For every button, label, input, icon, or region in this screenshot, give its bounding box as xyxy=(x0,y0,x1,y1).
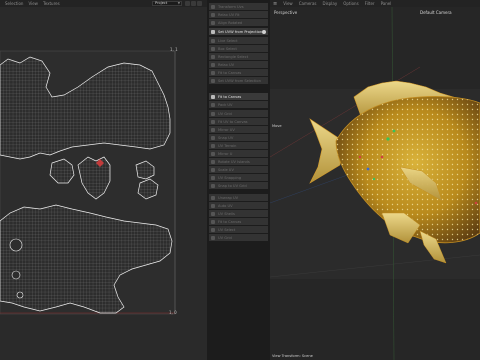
cmd-button[interactable]: Snap UV xyxy=(209,134,268,141)
cmd-button[interactable]: Scale UV xyxy=(209,166,268,173)
cmd-button[interactable]: UV Grid xyxy=(209,234,268,241)
gear-icon[interactable] xyxy=(262,29,266,34)
command-icon xyxy=(211,78,215,83)
selection-point xyxy=(474,201,478,205)
cmd-button[interactable]: Align Rotated xyxy=(209,19,268,26)
cmd-button[interactable]: Set UVW from Selection xyxy=(209,77,268,84)
cmd-button[interactable]: UV Snapping xyxy=(209,174,268,181)
move-label: Move xyxy=(272,124,282,128)
cmd-button[interactable]: UV Terrain xyxy=(209,142,268,149)
command-icon xyxy=(211,211,215,216)
camera-mode-label[interactable]: Perspective xyxy=(274,10,297,15)
selection-point xyxy=(366,167,370,171)
selection-point xyxy=(392,129,396,133)
3d-viewport[interactable]: ≡ View Cameras Display Options Filter Pa… xyxy=(270,0,480,360)
command-icon xyxy=(211,62,215,67)
chevron-down-icon: ▼ xyxy=(177,1,180,5)
cmd-button[interactable]: Relax UV Fit xyxy=(209,11,268,18)
vp-menu-filter[interactable]: Filter xyxy=(365,1,375,6)
uv-editor-panel: Selection View Textures Project ▼ 1, 1 1… xyxy=(0,0,207,360)
uv-tool-icon[interactable] xyxy=(185,1,190,6)
project-select[interactable]: Project ▼ xyxy=(152,1,182,6)
cmd-button[interactable]: Fit to Canvas xyxy=(209,218,268,225)
command-icon xyxy=(211,119,215,124)
uv-canvas[interactable] xyxy=(0,7,207,360)
command-icon xyxy=(211,175,215,180)
fit-icon xyxy=(211,94,215,99)
command-icon xyxy=(211,183,215,188)
cmd-button-fit-to-canvas[interactable]: Fit to Canvas xyxy=(209,93,268,100)
command-icon xyxy=(211,70,215,75)
projection-icon xyxy=(211,29,215,34)
uv-coord-top-right: 1, 1 xyxy=(170,47,178,52)
vp-menu-panel[interactable]: Panel xyxy=(381,1,392,6)
viewport-menubar: ≡ View Cameras Display Options Filter Pa… xyxy=(270,0,480,7)
uv-menu-textures[interactable]: Textures xyxy=(43,1,60,6)
vp-menu-options[interactable]: Options xyxy=(343,1,358,6)
command-icon xyxy=(211,135,215,140)
uv-menu-view[interactable]: View xyxy=(28,1,38,6)
uv-coord-bottom-right: 1, 0 xyxy=(169,310,177,315)
selection-point xyxy=(372,177,376,181)
cmd-button[interactable]: Box Select xyxy=(209,45,268,52)
cmd-button[interactable]: UV Select xyxy=(209,226,268,233)
command-icon xyxy=(211,12,215,17)
command-icon xyxy=(211,167,215,172)
cmd-button[interactable]: Transform Uvs xyxy=(209,3,268,10)
command-icon xyxy=(211,235,215,240)
cmd-button-set-uvw-projection[interactable]: Set UVW from Projection xyxy=(209,28,268,35)
command-icon xyxy=(211,195,215,200)
uv-hole xyxy=(11,270,21,280)
uv-hole xyxy=(16,291,24,299)
project-select-value: Project xyxy=(155,1,168,5)
command-icon xyxy=(211,38,215,43)
cmd-button[interactable]: Rectangle Select xyxy=(209,53,268,60)
command-icon xyxy=(211,143,215,148)
uv-menu-selection[interactable]: Selection xyxy=(5,1,23,6)
cmd-button[interactable]: Pack UV xyxy=(209,101,268,108)
command-icon xyxy=(211,4,215,9)
cmd-button[interactable]: UV Grid xyxy=(209,110,268,117)
view-transform-status: View Transform: Scene xyxy=(272,354,313,358)
cmd-button[interactable]: Fit UV to Canvas xyxy=(209,118,268,125)
command-icon xyxy=(211,54,215,59)
command-icon xyxy=(211,203,215,208)
menu-icon[interactable]: ≡ xyxy=(273,1,277,7)
command-icon xyxy=(211,127,215,132)
cmd-button[interactable]: Unwrap UV xyxy=(209,194,268,201)
cmd-button[interactable]: UV Shells xyxy=(209,210,268,217)
selection-point xyxy=(358,155,362,159)
default-camera-label[interactable]: Default Camera xyxy=(420,10,452,15)
cmd-button[interactable]: Mirror UV xyxy=(209,126,268,133)
command-icon xyxy=(211,111,215,116)
selection-point xyxy=(380,155,384,159)
selection-point xyxy=(386,137,390,141)
vp-menu-view[interactable]: View xyxy=(283,1,293,6)
vp-menu-display[interactable]: Display xyxy=(322,1,337,6)
vp-menu-cameras[interactable]: Cameras xyxy=(299,1,317,6)
cmd-button[interactable]: Mirror U xyxy=(209,150,268,157)
uv-tool-icon[interactable] xyxy=(191,1,196,6)
command-icon xyxy=(211,20,215,25)
cmd-button[interactable]: Auto UV xyxy=(209,202,268,209)
uv-hole xyxy=(9,238,23,252)
command-icon xyxy=(211,219,215,224)
viewport-canvas[interactable] xyxy=(270,7,480,360)
command-icon xyxy=(211,151,215,156)
cmd-button[interactable]: Snap to UV Grid xyxy=(209,182,268,189)
uv-tool-icon[interactable] xyxy=(197,1,202,6)
command-icon xyxy=(211,227,215,232)
cmd-button[interactable]: Relax UV xyxy=(209,61,268,68)
uv-command-panel: Transform Uvs Relax UV Fit Align Rotated… xyxy=(207,0,270,360)
command-icon xyxy=(211,46,215,51)
cmd-button[interactable]: Rotate UV Islands xyxy=(209,158,268,165)
cmd-button[interactable]: Fit to Canvas xyxy=(209,69,268,76)
command-icon xyxy=(211,159,215,164)
cmd-button[interactable]: Live Select xyxy=(209,37,268,44)
command-icon xyxy=(211,102,215,107)
